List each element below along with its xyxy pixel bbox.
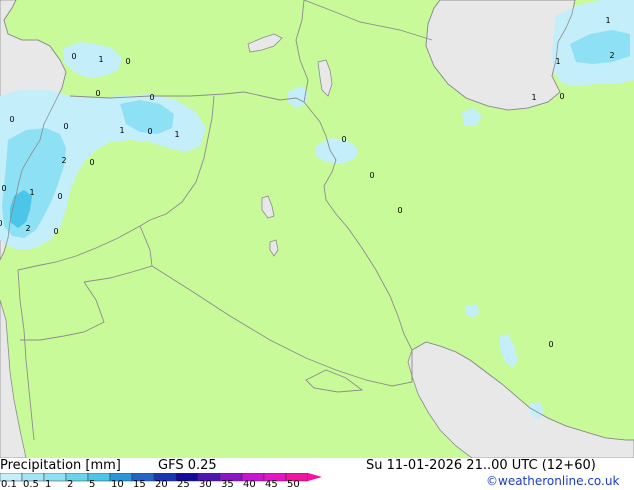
scale-label: 0.5 <box>23 479 39 490</box>
scale-label: 50 <box>287 479 300 490</box>
precip-value-label: 2 <box>25 224 30 233</box>
precip-value-label: 0 <box>397 206 402 215</box>
precipitation-map[interactable]: 0 1 0 0 0 0 0 1 0 1 2 0 1 0 0 2 0 0 0 0 0 1 1 2 1 0 0 <box>0 0 634 459</box>
map-canvas: 0 1 0 0 0 0 0 1 0 1 2 0 1 0 0 2 0 0 0 0 0 1 1 2 1 0 0 <box>0 0 634 459</box>
precip-value-label: 0 <box>341 135 346 144</box>
scale-label: 40 <box>243 479 256 490</box>
scale-label: 45 <box>265 479 278 490</box>
precip-value-label: 0 <box>1 184 6 193</box>
precip-value-label: 1 <box>531 93 536 102</box>
scale-label: 5 <box>89 479 96 490</box>
scale-label: 0.1 <box>1 479 17 490</box>
scale-label: 10 <box>111 479 124 490</box>
precip-value-label: 1 <box>119 126 124 135</box>
precip-value-label: 0 <box>369 171 374 180</box>
precip-value-label: 0 <box>89 158 94 167</box>
scale-label: 25 <box>177 479 190 490</box>
precip-value-label: 1 <box>555 57 560 66</box>
precip-value-label: 1 <box>29 188 34 197</box>
precip-value-label: 0 <box>559 92 564 101</box>
scale-label: 15 <box>133 479 146 490</box>
scale-label: 30 <box>199 479 212 490</box>
scale-label: 35 <box>221 479 234 490</box>
precip-value-label: 0 <box>53 227 58 236</box>
precip-value-label: 0 <box>125 57 130 66</box>
precip-value-label: 0 <box>149 93 154 102</box>
precip-value-label: 1 <box>98 55 103 64</box>
precip-value-label: 0 <box>548 340 553 349</box>
precip-value-label: 0 <box>9 115 14 124</box>
precip-value-label: 2 <box>609 51 614 60</box>
valid-time: Su 11-01-2026 21..00 UTC (12+60) <box>366 458 596 473</box>
precip-value-label: 0 <box>71 52 76 61</box>
precip-value-label: 0 <box>95 89 100 98</box>
precip-value-label: 0 <box>63 122 68 131</box>
precip-value-label: 1 <box>174 130 179 139</box>
model-name: GFS 0.25 <box>158 458 217 473</box>
color-scale-labels: 0.1 0.5 1 2 5 10 15 20 25 30 35 40 45 50 <box>0 480 634 490</box>
scale-label: 2 <box>67 479 74 490</box>
precip-value-label: 1 <box>605 16 610 25</box>
precip-value-label: 2 <box>61 156 66 165</box>
precip-value-label: 0 <box>57 192 62 201</box>
scale-label: 20 <box>155 479 168 490</box>
map-title: Precipitation [mm] <box>0 458 121 473</box>
precip-value-label: 0 <box>0 219 3 228</box>
precip-value-label: 0 <box>147 127 152 136</box>
scale-label: 1 <box>45 479 52 490</box>
